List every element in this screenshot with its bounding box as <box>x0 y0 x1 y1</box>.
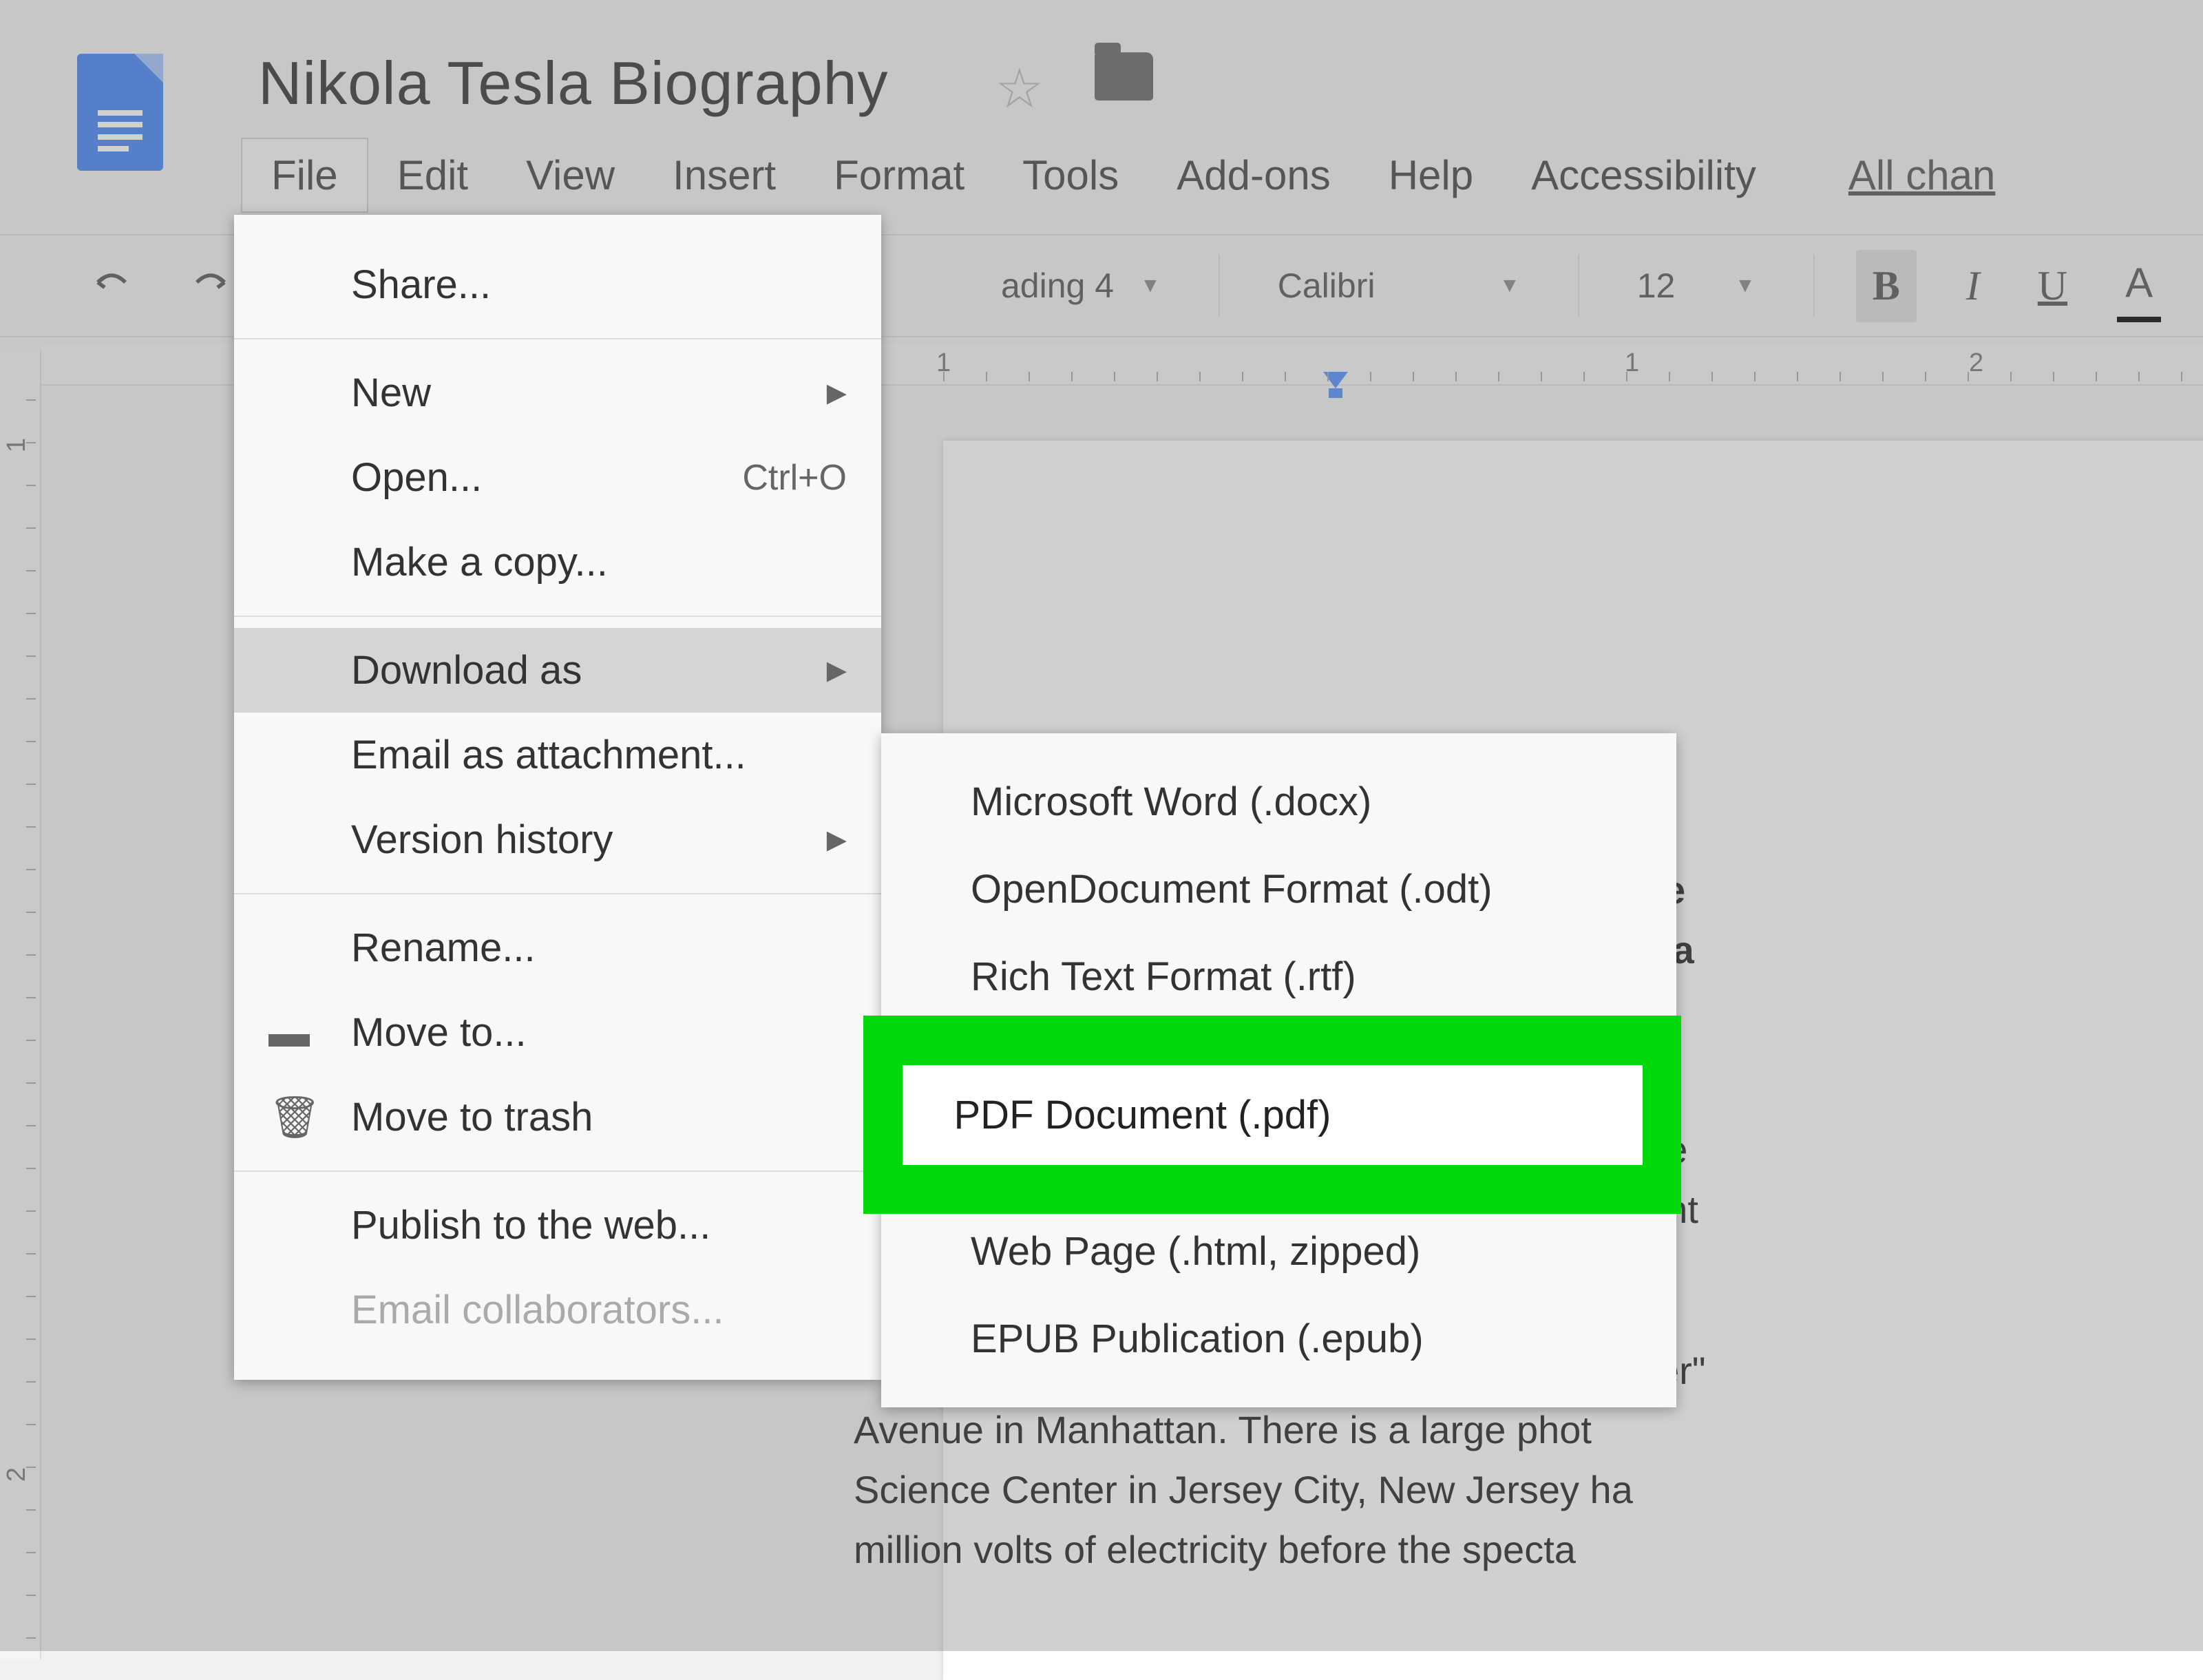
folder-icon: ▬ <box>268 1009 310 1056</box>
menu-format[interactable]: Format <box>805 139 993 211</box>
menu-item-trash[interactable]: 🗑Move to trash <box>234 1075 881 1159</box>
undo-icon <box>91 265 132 306</box>
tutorial-highlight: PDF Document (.pdf) <box>863 1016 1681 1214</box>
menu-item-move-to[interactable]: ▬Move to... <box>234 990 881 1075</box>
indent-marker-icon[interactable] <box>1329 388 1342 398</box>
redo-button[interactable] <box>182 250 240 322</box>
menubar: File Edit View Insert Format Tools Add-o… <box>241 138 2024 213</box>
docs-logo[interactable] <box>77 54 163 171</box>
chevron-down-icon: ▼ <box>1499 274 1520 297</box>
submenu-item-odt[interactable]: OpenDocument Format (.odt) <box>881 846 1676 933</box>
menu-item-share[interactable]: Share... <box>234 242 881 327</box>
size-select[interactable]: 12 ▼ <box>1621 266 1772 306</box>
menu-tools[interactable]: Tools <box>993 139 1148 211</box>
submenu-item-pdf[interactable]: PDF Document (.pdf) <box>903 1065 1643 1165</box>
chevron-right-icon: ▶ <box>827 824 847 855</box>
menu-item-publish[interactable]: Publish to the web... <box>234 1183 881 1268</box>
menu-edit[interactable]: Edit <box>368 139 497 211</box>
ruler-num: 2 <box>1969 348 1983 378</box>
document-title[interactable]: Nikola Tesla Biography <box>258 48 889 118</box>
chevron-down-icon: ▼ <box>1735 274 1756 297</box>
style-value: ading 4 <box>1001 266 1114 306</box>
font-select[interactable]: Calibri ▼ <box>1261 266 1537 306</box>
menu-addons[interactable]: Add-ons <box>1148 139 1359 211</box>
file-menu-dropdown: Share... New▶ Open...Ctrl+O Make a copy.… <box>234 215 881 1380</box>
underline-button[interactable]: U <box>2030 250 2076 322</box>
size-value: 12 <box>1637 266 1676 306</box>
undo-button[interactable] <box>83 250 140 322</box>
bold-button[interactable]: B <box>1856 250 1917 322</box>
star-icon[interactable]: ☆ <box>995 56 1044 120</box>
menu-item-rename[interactable]: Rename... <box>234 905 881 990</box>
menu-accessibility[interactable]: Accessibility <box>1502 139 1785 211</box>
text: Avenue in Manhattan. There is a large ph… <box>854 1408 1592 1451</box>
menu-item-version-history[interactable]: Version history▶ <box>234 797 881 882</box>
menu-item-new[interactable]: New▶ <box>234 350 881 435</box>
text-color-button[interactable]: A <box>2117 250 2161 322</box>
shortcut-label: Ctrl+O <box>742 457 847 498</box>
menu-view[interactable]: View <box>497 139 644 211</box>
redo-icon <box>190 265 231 306</box>
menu-item-download-as[interactable]: Download as▶ <box>234 628 881 713</box>
italic-button[interactable]: I <box>1958 250 1988 322</box>
menu-insert[interactable]: Insert <box>644 139 805 211</box>
menu-item-email-attachment[interactable]: Email as attachment... <box>234 713 881 797</box>
text: million volts of electricity before the … <box>854 1528 1576 1571</box>
submenu-item-html[interactable]: Web Page (.html, zipped) <box>881 1208 1676 1295</box>
menu-item-email-collaborators: Email collaborators... <box>234 1268 881 1352</box>
menu-item-open[interactable]: Open...Ctrl+O <box>234 435 881 520</box>
chevron-right-icon: ▶ <box>827 377 847 408</box>
ruler-num: 1 <box>2 438 32 452</box>
folder-icon[interactable] <box>1095 52 1153 101</box>
submenu-item-docx[interactable]: Microsoft Word (.docx) <box>881 758 1676 846</box>
chevron-down-icon: ▼ <box>1140 274 1161 297</box>
submenu-item-rtf[interactable]: Rich Text Format (.rtf) <box>881 933 1676 1020</box>
trash-icon: 🗑 <box>268 1093 321 1142</box>
changes-link[interactable]: All chan <box>1820 139 2024 211</box>
submenu-item-epub[interactable]: EPUB Publication (.epub) <box>881 1295 1676 1383</box>
text: Science Center in Jersey City, New Jerse… <box>854 1468 1633 1511</box>
ruler-vertical[interactable]: 1 2 <box>0 351 41 1659</box>
ruler-num: 2 <box>2 1467 32 1482</box>
menu-item-copy[interactable]: Make a copy... <box>234 520 881 605</box>
style-select[interactable]: ading 4 ▼ <box>984 266 1177 306</box>
menu-help[interactable]: Help <box>1360 139 1502 211</box>
menu-file[interactable]: File <box>241 138 368 213</box>
chevron-right-icon: ▶ <box>827 655 847 686</box>
font-value: Calibri <box>1278 266 1375 306</box>
